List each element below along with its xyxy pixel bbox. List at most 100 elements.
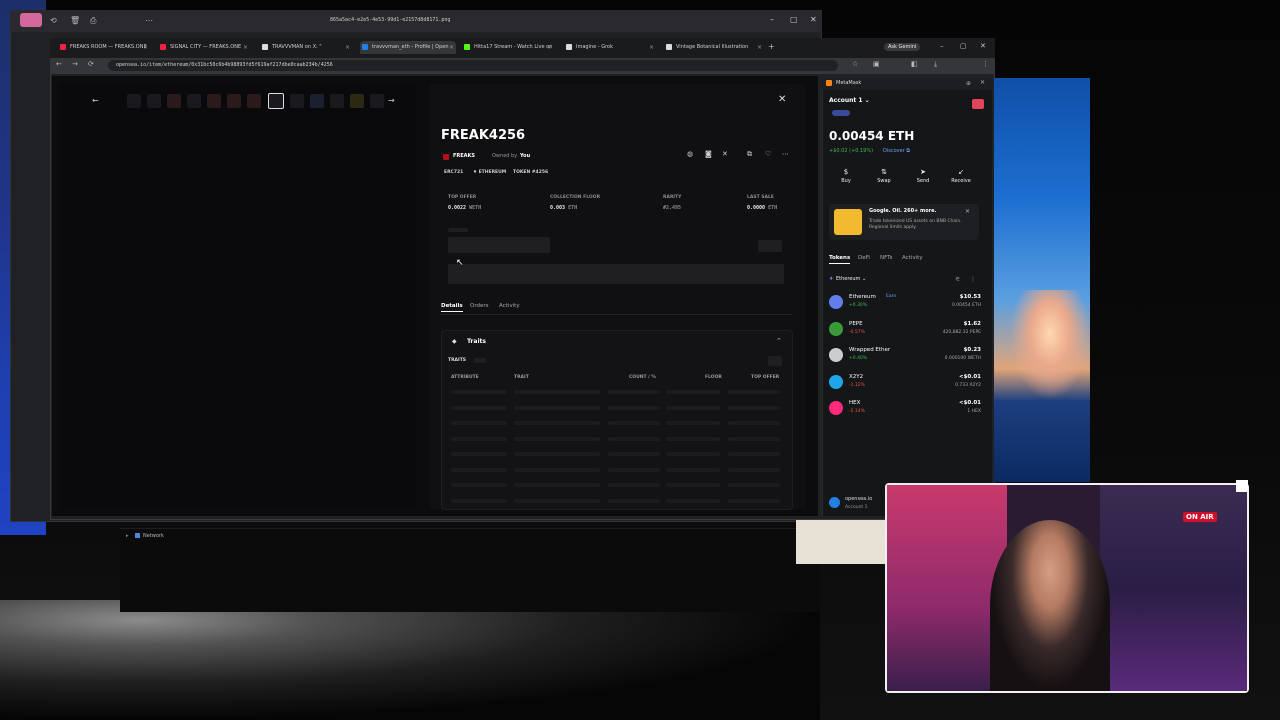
token-row[interactable]: PEPE -0.57% $1.62 420,882.32 PEPE xyxy=(829,320,981,342)
tab-tokens[interactable]: Tokens xyxy=(829,255,851,264)
tab-close-icon[interactable]: × xyxy=(143,41,148,54)
tab-close-icon[interactable]: × xyxy=(757,41,762,54)
token-row[interactable]: HEX -2.14% <$0.01 1 HEX xyxy=(829,399,981,421)
extension-icon[interactable]: ▣ xyxy=(873,60,880,68)
traits-heading[interactable]: Traits xyxy=(467,338,486,345)
discover-link[interactable]: Discover ⧉ xyxy=(883,148,910,154)
earn-badge[interactable]: Earn xyxy=(886,294,896,299)
forward-icon[interactable]: → xyxy=(72,60,78,68)
back-icon[interactable]: ← xyxy=(56,60,62,68)
dismiss-promo-icon[interactable]: ✕ xyxy=(965,208,970,215)
token-row[interactable]: Wrapped Ether +0.40% $0.23 0.000100 WETH xyxy=(829,346,981,368)
collapse-chevron-icon[interactable]: ⌃ xyxy=(776,337,782,345)
reload-icon[interactable]: ⟳ xyxy=(88,60,94,68)
connected-site[interactable]: opensea.io xyxy=(845,496,872,502)
discord-icon[interactable]: ◙ xyxy=(705,150,712,158)
browser-tab[interactable]: Vintage Botanical Illustration × xyxy=(664,41,764,54)
new-tab-icon[interactable]: + xyxy=(768,42,775,51)
tab-nfts[interactable]: NFTs xyxy=(880,255,893,261)
tab-orders[interactable]: Orders xyxy=(470,303,489,309)
swap-button[interactable]: ⇅ Swap xyxy=(868,168,900,184)
browser-tab[interactable]: Hitta17 Stream - Watch Live on × xyxy=(462,41,554,54)
tab-details[interactable]: Details xyxy=(441,303,463,312)
pin-icon[interactable]: ⊕ xyxy=(966,80,971,87)
network-badge[interactable] xyxy=(832,110,850,116)
collection-link[interactable]: FREAKS xyxy=(453,153,475,159)
nft-thumbnail[interactable] xyxy=(127,94,141,108)
browser-tab[interactable]: Imagine - Grok × xyxy=(564,41,656,54)
tab-activity[interactable]: Activity xyxy=(499,303,520,309)
print-icon[interactable]: ⎙ xyxy=(90,16,100,26)
expand-arrow-icon[interactable]: ▸ xyxy=(126,533,129,539)
loading-skeleton xyxy=(758,240,782,252)
trait-cell-skeleton xyxy=(451,421,507,425)
outer-app-badge[interactable] xyxy=(20,13,42,27)
copy-icon[interactable]: ⧉ xyxy=(747,150,752,159)
rotate-icon[interactable]: ⟲ xyxy=(50,16,60,26)
loading-skeleton xyxy=(448,264,784,284)
ask-gemini-button[interactable]: Ask Gemini xyxy=(884,43,921,51)
nft-thumbnail[interactable] xyxy=(290,94,304,108)
tab-defi[interactable]: DeFi xyxy=(858,255,870,261)
tab-close-icon[interactable]: × xyxy=(649,41,654,54)
network-filter[interactable]: Ethereum ⌄ xyxy=(836,276,866,282)
tab-close-icon[interactable]: × xyxy=(243,41,248,54)
stat-label: COLLECTION FLOOR xyxy=(550,195,601,200)
close-modal-icon[interactable]: ✕ xyxy=(778,94,786,105)
filter-icon[interactable]: ⚟ xyxy=(955,276,960,283)
nft-thumbnail[interactable] xyxy=(147,94,161,108)
url-input[interactable]: opensea.io/item/ethereum/0x31bc50c6b4b98… xyxy=(108,60,838,71)
x-twitter-icon[interactable]: ✕ xyxy=(722,150,728,158)
account-selector[interactable]: Account 1 ⌄ xyxy=(829,97,870,104)
token-amount: 0.000100 WETH xyxy=(944,356,981,361)
browser-tab[interactable]: FREAKS ROOM — FREAKS.ONE × xyxy=(58,41,150,54)
receive-button[interactable]: ↙ Receive xyxy=(945,168,977,184)
overlay-handle[interactable] xyxy=(1236,480,1248,492)
next-item-icon[interactable]: → xyxy=(388,96,395,105)
nft-thumbnail[interactable] xyxy=(207,94,221,108)
tab-close-icon[interactable]: × xyxy=(449,41,454,54)
nft-thumbnail[interactable] xyxy=(350,94,364,108)
nft-thumbnail[interactable] xyxy=(310,94,324,108)
tab-close-icon[interactable]: × xyxy=(547,41,552,54)
nft-thumbnail[interactable] xyxy=(370,94,384,108)
website-icon[interactable]: ◍ xyxy=(687,150,693,158)
more-icon[interactable]: ⋯ xyxy=(145,16,155,26)
download-icon[interactable]: ⤓ xyxy=(934,60,937,69)
more-options-icon[interactable]: ⋯ xyxy=(782,150,789,158)
nft-thumbnail[interactable] xyxy=(187,94,201,108)
prev-item-icon[interactable]: ← xyxy=(92,96,99,105)
more-options-icon[interactable]: ⋮ xyxy=(970,276,976,283)
trait-cell-skeleton xyxy=(514,452,600,456)
minimize-icon[interactable]: – xyxy=(940,42,944,50)
nft-thumbnail[interactable] xyxy=(167,94,181,108)
maximize-icon[interactable]: ▢ xyxy=(790,15,798,24)
owner-link[interactable]: You xyxy=(520,153,530,159)
browser-tab[interactable]: TRAVVVMAN on X: " × xyxy=(260,41,352,54)
nft-thumbnail[interactable] xyxy=(330,94,344,108)
bookmark-star-icon[interactable]: ☆ xyxy=(852,60,858,68)
close-icon[interactable]: ✕ xyxy=(980,79,985,86)
devtools-network-label[interactable]: Network xyxy=(143,533,164,539)
nft-thumbnail-selected[interactable] xyxy=(268,93,284,109)
close-icon[interactable]: ✕ xyxy=(980,42,986,50)
delete-icon[interactable]: 🗑 xyxy=(70,16,80,26)
sidebar-icon[interactable]: ◧ xyxy=(911,60,918,68)
minimize-icon[interactable]: – xyxy=(770,15,774,24)
browser-tab[interactable]: SIGNAL CITY — FREAKS.ONE × xyxy=(158,41,250,54)
notifications-icon[interactable] xyxy=(972,99,984,109)
token-row[interactable]: Ethereum Earn +0.30% $10.53 0.00454 ETH xyxy=(829,293,981,315)
tab-favicon xyxy=(666,44,672,50)
menu-icon[interactable]: ⋮ xyxy=(982,60,989,68)
favorite-heart-icon[interactable]: ♡ xyxy=(765,150,771,158)
tab-activity[interactable]: Activity xyxy=(902,255,923,261)
token-row[interactable]: X2Y2 -1.12% <$0.01 0.733 X2Y2 xyxy=(829,373,981,395)
close-icon[interactable]: ✕ xyxy=(810,15,817,24)
tab-close-icon[interactable]: × xyxy=(345,41,350,54)
send-button[interactable]: ➤ Send xyxy=(907,168,939,184)
buy-button[interactable]: $ Buy xyxy=(830,168,862,184)
nft-thumbnail[interactable] xyxy=(227,94,241,108)
nft-thumbnail[interactable] xyxy=(247,94,261,108)
browser-tab-active[interactable]: travvvman_eth - Profile | Open × xyxy=(360,41,456,54)
maximize-icon[interactable]: ▢ xyxy=(960,42,967,50)
